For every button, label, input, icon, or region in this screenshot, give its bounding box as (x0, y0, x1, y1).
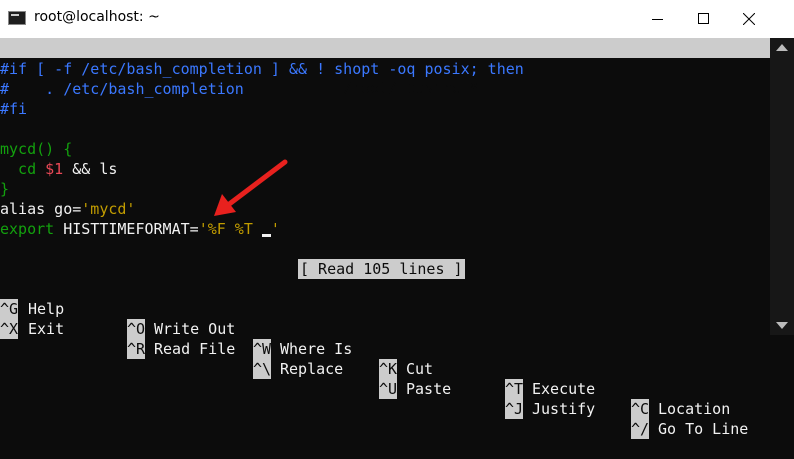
shortcut-label[interactable]: Justify (532, 399, 595, 419)
shortcut-key[interactable]: ^R (127, 339, 145, 359)
red-annotation-arrow-icon (214, 159, 288, 216)
terminal-window: root@localhost: ~ GNU nano 6.2 /root/.ba… (0, 0, 794, 439)
shortcut-key[interactable]: ^/ (631, 419, 649, 439)
shortcut-key[interactable]: ^J (505, 399, 523, 419)
shortcut-label[interactable]: Location (658, 399, 730, 419)
shortcut-key[interactable]: ^\ (253, 359, 271, 379)
shortcut-label[interactable]: Where Is (280, 339, 352, 359)
shortcut-key[interactable]: ^U (379, 379, 397, 399)
shortcut-label[interactable]: Paste (406, 379, 451, 399)
shortcut-key[interactable]: ^W (253, 339, 271, 359)
shortcut-label[interactable]: Go To Line (658, 419, 748, 439)
shortcut-label[interactable]: Cut (406, 359, 433, 379)
shortcut-key[interactable]: ^C (631, 399, 649, 419)
shortcut-label[interactable]: Replace (280, 359, 343, 379)
shortcut-label[interactable]: Execute (532, 379, 595, 399)
shortcut-key[interactable]: ^K (379, 359, 397, 379)
shortcut-label[interactable]: Read File (154, 339, 235, 359)
shortcut-key[interactable]: ^T (505, 379, 523, 399)
